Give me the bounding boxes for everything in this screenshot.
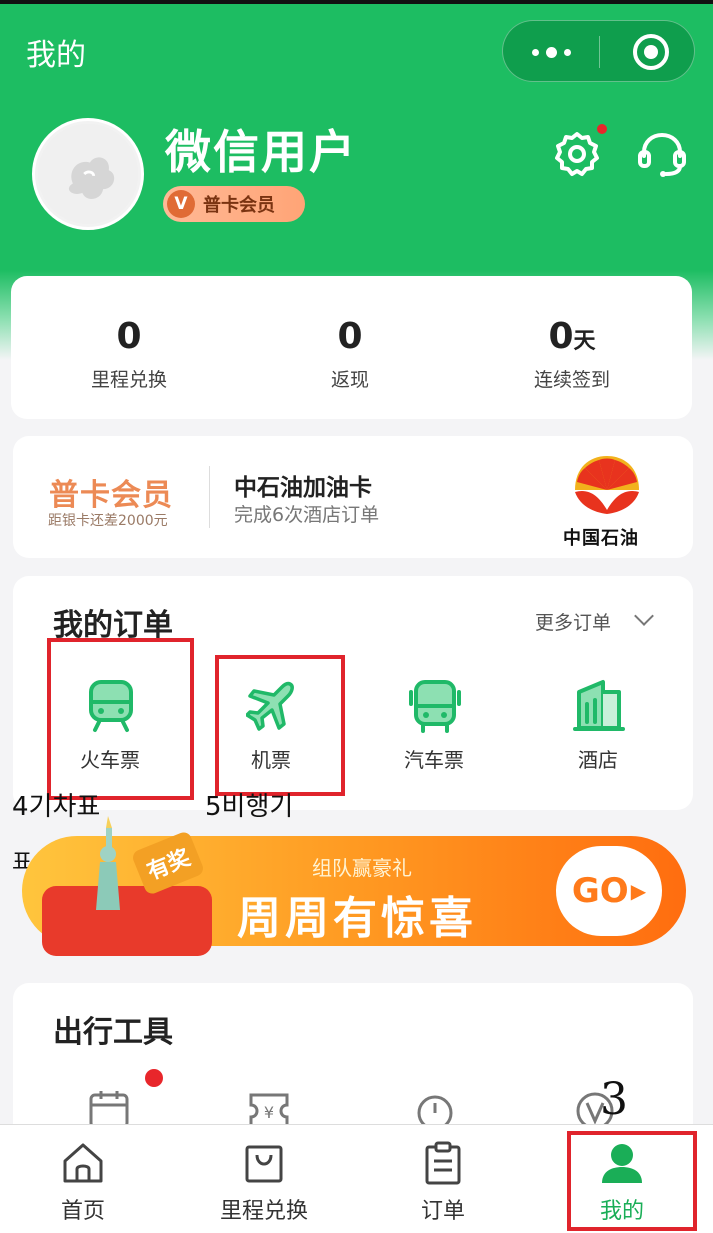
section-title: 出行工具 — [53, 1015, 173, 1050]
go-button[interactable]: GO ▶ — [556, 846, 662, 936]
stat-cashback[interactable]: 0 返现 — [250, 316, 450, 392]
highlight-box-train — [47, 638, 194, 800]
order-hotel[interactable]: 酒店 — [543, 678, 653, 778]
stat-mileage[interactable]: 0 里程兑换 — [29, 316, 229, 392]
stat-value: 0 — [548, 316, 574, 357]
stat-value: 0 — [337, 316, 363, 357]
timer-icon[interactable] — [413, 1089, 457, 1129]
annotation-flight: 5비행기 — [205, 792, 294, 822]
chevron-down-icon[interactable] — [634, 606, 654, 626]
svg-text:¥: ¥ — [264, 1103, 274, 1122]
stat-value: 0 — [116, 316, 142, 357]
promo-divider — [209, 466, 210, 528]
tab-home[interactable]: 首页 — [3, 1137, 163, 1227]
avatar[interactable] — [32, 118, 144, 230]
vip-letter-icon: V — [167, 190, 195, 218]
gear-icon[interactable] — [553, 130, 601, 178]
default-avatar-icon — [37, 123, 139, 225]
miniprogram-capsule — [502, 20, 695, 82]
clipboard-icon — [425, 1141, 461, 1185]
statue-of-liberty-icon — [96, 816, 120, 910]
settings-notification-dot — [597, 124, 607, 134]
annotation-tab: 3 — [600, 1074, 628, 1125]
tab-label: 里程兑换 — [219, 1199, 308, 1224]
status-bar-edge — [0, 0, 713, 4]
stat-label: 连续签到 — [533, 369, 610, 391]
banner-title: 周周有惊喜 — [237, 893, 477, 944]
headset-icon[interactable] — [636, 130, 688, 178]
username: 微信用户 — [165, 125, 357, 179]
shopping-bag-icon — [245, 1145, 283, 1183]
member-level-label: 普卡会员 — [203, 195, 275, 216]
home-icon — [63, 1143, 103, 1183]
stat-unit: 天 — [573, 329, 596, 354]
hotel-icon — [573, 680, 625, 731]
play-triangle-icon: ▶ — [630, 879, 647, 903]
more-orders-link[interactable]: 更多订单 — [535, 608, 611, 635]
target-close-icon[interactable] — [633, 34, 669, 70]
banner-subtitle: 组队赢豪礼 — [312, 856, 412, 880]
tab-orders[interactable]: 订单 — [363, 1137, 523, 1227]
tab-label: 首页 — [60, 1199, 105, 1224]
highlight-box-mine-tab — [567, 1131, 697, 1231]
bus-icon — [409, 680, 461, 733]
order-label: 汽车票 — [404, 748, 464, 772]
stat-label: 里程兑换 — [90, 369, 167, 391]
more-dots-icon[interactable] — [503, 21, 599, 83]
tab-label: 订单 — [420, 1199, 465, 1224]
stat-label: 返现 — [330, 369, 369, 391]
page-title: 我的 — [26, 38, 86, 73]
stats-card: 0 里程兑换 0 返现 0天 连续签到 — [11, 276, 692, 419]
go-label: GO — [571, 871, 629, 911]
petrochina-logo-icon — [575, 456, 639, 514]
capsule-divider — [599, 36, 600, 68]
member-level-badge[interactable]: V 普卡会员 — [163, 186, 305, 222]
promo-banner[interactable]: 有奖 组队赢豪礼 周周有惊喜 GO ▶ — [22, 816, 686, 978]
calendar-icon[interactable] — [87, 1089, 131, 1129]
reward-subtitle: 完成6次酒店订单 — [234, 504, 380, 526]
order-bus[interactable]: 汽车票 — [379, 678, 489, 778]
highlight-box-flight — [215, 655, 345, 796]
ticket-yen-icon[interactable]: ¥ — [247, 1089, 291, 1129]
brand-name: 中国石油 — [563, 528, 639, 549]
vip-progress-text: 距银卡还差2000元 — [48, 513, 168, 529]
stat-checkin-streak[interactable]: 0天 连续签到 — [472, 316, 672, 392]
vip-title: 普卡会员 — [49, 478, 173, 513]
membership-promo-card[interactable]: 普卡会员 距银卡还差2000元 中石油加油卡 完成6次酒店订单 中国石油 — [13, 436, 693, 558]
reward-title: 中石油加油卡 — [234, 475, 372, 501]
tab-mileage-exchange[interactable]: 里程兑换 — [184, 1137, 344, 1227]
tool-notification-dot — [145, 1069, 163, 1087]
order-label: 酒店 — [578, 748, 618, 772]
